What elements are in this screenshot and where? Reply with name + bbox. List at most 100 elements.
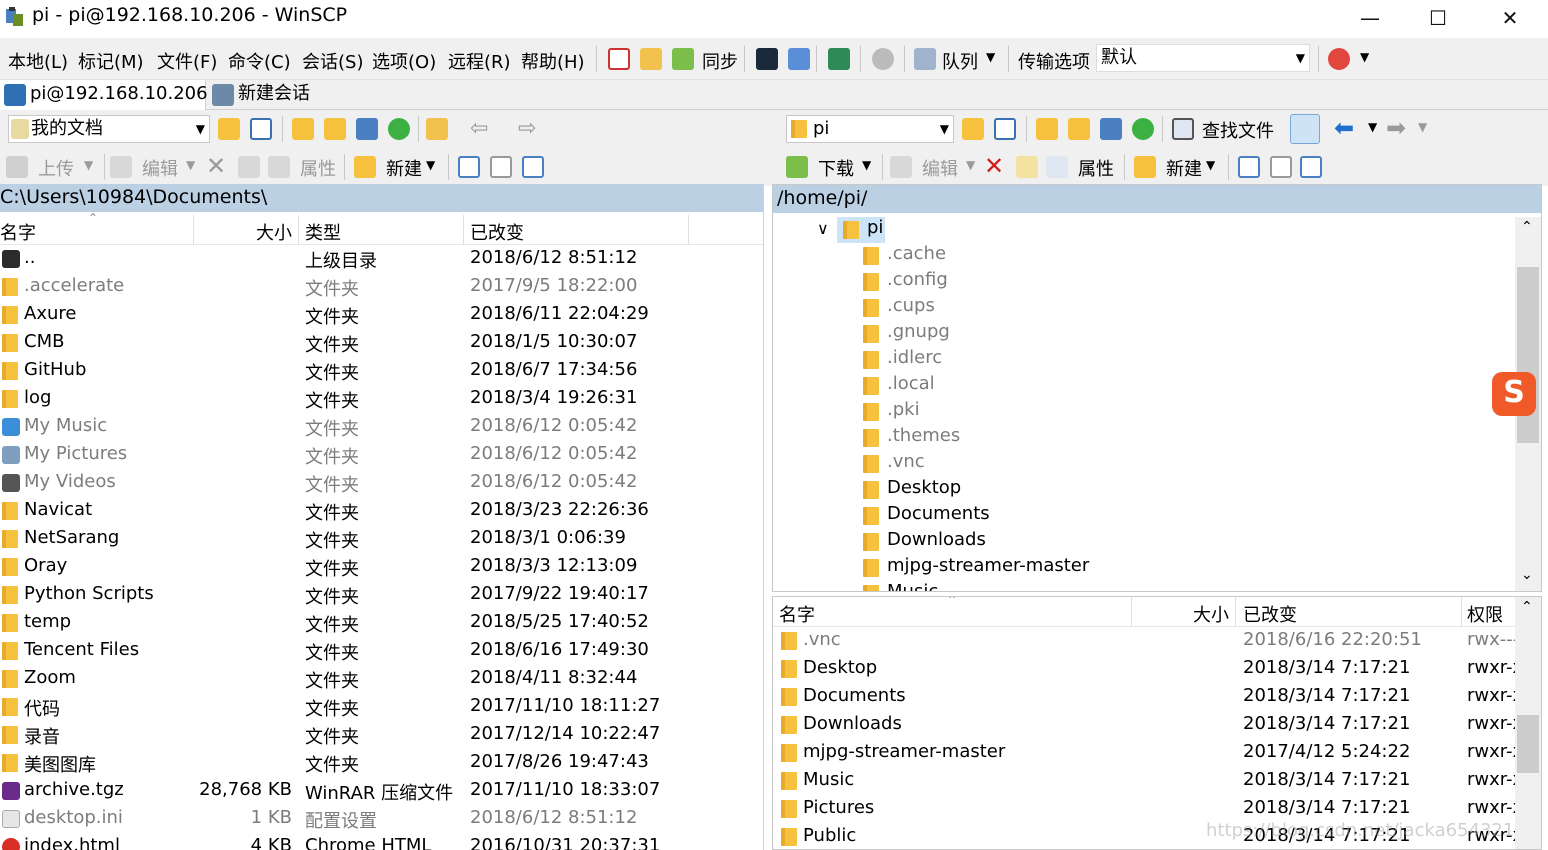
properties-icon[interactable]: [268, 156, 290, 178]
minimize-button[interactable]: —: [1340, 0, 1400, 36]
refresh-icon[interactable]: [388, 118, 410, 140]
table-row[interactable]: GitHub 文件夹 2018/6/7 17:34:56: [0, 357, 763, 385]
tab-session-pi[interactable]: pi@192.168.10.206: [0, 80, 208, 110]
table-row[interactable]: Music 2018/3/14 7:17:21 rwxr-x: [773, 767, 1517, 795]
root-folder-icon[interactable]: [1068, 118, 1090, 140]
menu-commands[interactable]: 命令(C): [228, 48, 291, 74]
edit-icon[interactable]: [890, 156, 912, 178]
chevron-down-icon[interactable]: ▼: [84, 158, 93, 172]
table-row[interactable]: Zoom 文件夹 2018/4/11 8:32:44: [0, 665, 763, 693]
scrollbar-thumb[interactable]: [1517, 715, 1539, 773]
select-all-icon[interactable]: [522, 156, 544, 178]
column-divider[interactable]: [1131, 597, 1132, 627]
select-all-icon[interactable]: [1300, 156, 1322, 178]
forward-arrow-icon[interactable]: ➡: [1386, 114, 1406, 142]
tab-new-session[interactable]: 新建会话: [208, 80, 320, 110]
table-row[interactable]: desktop.ini 1 KB 配置设置 2018/6/12 8:51:12: [0, 805, 763, 833]
download-icon[interactable]: [786, 156, 808, 178]
chevron-down-icon[interactable]: ▼: [186, 158, 195, 172]
menu-file[interactable]: 文件(F): [157, 48, 217, 74]
right-location-select[interactable]: pi ▼: [786, 115, 954, 143]
table-row[interactable]: Pictures 2018/3/14 7:17:21 rwxr-x: [773, 795, 1517, 823]
delete-icon[interactable]: ✕: [206, 152, 226, 180]
table-row[interactable]: Downloads 2018/3/14 7:17:21 rwxr-x: [773, 711, 1517, 739]
column-divider[interactable]: [688, 215, 689, 245]
parent-folder-icon[interactable]: [1036, 118, 1058, 140]
delete-icon[interactable]: ✕: [984, 152, 1004, 180]
column-size[interactable]: 大小: [1193, 601, 1229, 627]
column-divider[interactable]: [298, 215, 299, 245]
download-button-label[interactable]: 下载: [818, 155, 854, 181]
column-rights[interactable]: 权限: [1467, 601, 1503, 627]
column-modified[interactable]: 已改变: [1243, 601, 1297, 627]
table-row[interactable]: My Pictures 文件夹 2018/6/12 0:05:42: [0, 441, 763, 469]
menu-remote[interactable]: 远程(R): [448, 48, 511, 74]
table-row[interactable]: NetSarang 文件夹 2018/3/1 0:06:39: [0, 525, 763, 553]
refresh-session-icon[interactable]: [828, 48, 850, 70]
reconnect-icon[interactable]: [1328, 48, 1350, 70]
tree-view-icon[interactable]: [426, 118, 448, 140]
table-row[interactable]: Documents 2018/3/14 7:17:21 rwxr-x: [773, 683, 1517, 711]
synchronize-icon[interactable]: [672, 48, 694, 70]
properties-button-label[interactable]: 属性: [1078, 155, 1114, 181]
home-icon[interactable]: [1100, 118, 1122, 140]
properties-icon[interactable]: [1046, 156, 1068, 178]
filter-icon[interactable]: [250, 118, 272, 140]
column-type[interactable]: 类型: [305, 219, 341, 245]
column-name[interactable]: 名字: [779, 601, 815, 627]
new-button-label[interactable]: 新建: [1166, 155, 1202, 181]
table-row[interactable]: .vnc 2018/6/16 22:20:51 rwx---: [773, 627, 1517, 655]
find-files-icon[interactable]: [1172, 118, 1194, 140]
menu-session[interactable]: 会话(S): [302, 48, 363, 74]
maximize-button[interactable]: ☐: [1408, 0, 1468, 36]
table-row[interactable]: log 文件夹 2018/3/4 19:26:31: [0, 385, 763, 413]
unselect-files-icon[interactable]: [1270, 156, 1292, 178]
edit-button-label[interactable]: 编辑: [922, 155, 958, 181]
forward-arrow-icon[interactable]: ⇨: [518, 116, 536, 141]
select-files-icon[interactable]: [1238, 156, 1260, 178]
find-files-button-label[interactable]: 查找文件: [1202, 117, 1274, 143]
menu-help[interactable]: 帮助(H): [521, 48, 585, 74]
column-modified[interactable]: 已改变: [470, 219, 524, 245]
table-row[interactable]: My Videos 文件夹 2018/6/12 0:05:42: [0, 469, 763, 497]
table-row[interactable]: Python Scripts 文件夹 2017/9/22 19:40:17: [0, 581, 763, 609]
close-button[interactable]: ✕: [1480, 0, 1540, 36]
new-button-label[interactable]: 新建: [386, 155, 422, 181]
remote-list-scrollbar[interactable]: ⌃: [1515, 597, 1541, 849]
table-row[interactable]: Desktop 2018/3/14 7:17:21 rwxr-x: [773, 655, 1517, 683]
refresh-icon[interactable]: [1132, 118, 1154, 140]
chevron-down-icon[interactable]: ▼: [1418, 120, 1427, 134]
sogou-ime-icon[interactable]: S: [1492, 372, 1536, 416]
table-row[interactable]: Tencent Files 文件夹 2018/6/16 17:49:30: [0, 637, 763, 665]
column-divider[interactable]: [1235, 597, 1236, 627]
back-arrow-icon[interactable]: ⬅: [1334, 114, 1354, 142]
open-folder-icon[interactable]: [218, 118, 240, 140]
tree-item-root[interactable]: pi: [837, 217, 885, 243]
table-row[interactable]: CMB 文件夹 2018/1/5 10:30:07: [0, 329, 763, 357]
table-row[interactable]: Navicat 文件夹 2018/3/23 22:26:36: [0, 497, 763, 525]
properties-button-label[interactable]: 属性: [300, 155, 336, 181]
collapse-chevron-icon[interactable]: ∨: [817, 219, 829, 238]
table-row[interactable]: Oray 文件夹 2018/3/3 12:13:09: [0, 553, 763, 581]
table-row[interactable]: archive.tgz 28,768 KB WinRAR 压缩文件 2017/11/1…: [0, 777, 763, 805]
menu-mark[interactable]: 标记(M): [78, 48, 144, 74]
putty-icon[interactable]: [788, 48, 810, 70]
new-folder-icon[interactable]: [354, 156, 376, 178]
column-divider[interactable]: [1461, 597, 1462, 627]
column-divider[interactable]: [193, 215, 194, 245]
table-row[interactable]: 代码 文件夹 2017/11/10 18:11:27: [0, 693, 763, 721]
unselect-files-icon[interactable]: [490, 156, 512, 178]
open-folder-icon[interactable]: [962, 118, 984, 140]
menu-local[interactable]: 本地(L): [8, 48, 68, 74]
parent-folder-icon[interactable]: [292, 118, 314, 140]
compare-icon[interactable]: [608, 48, 630, 70]
home-icon[interactable]: [356, 118, 378, 140]
table-row[interactable]: .accelerate 文件夹 2017/9/5 18:22:00: [0, 273, 763, 301]
chevron-down-icon[interactable]: ▼: [986, 50, 995, 64]
edit-icon[interactable]: [110, 156, 132, 178]
back-arrow-icon[interactable]: ⇦: [470, 116, 488, 141]
table-row[interactable]: temp 文件夹 2018/5/25 17:40:52: [0, 609, 763, 637]
tree-view-icon[interactable]: [1290, 114, 1320, 144]
table-row[interactable]: mjpg-streamer-master 2017/4/12 5:24:22 rwx…: [773, 739, 1517, 767]
transfer-settings-select[interactable]: 默认 ▼: [1096, 44, 1310, 72]
